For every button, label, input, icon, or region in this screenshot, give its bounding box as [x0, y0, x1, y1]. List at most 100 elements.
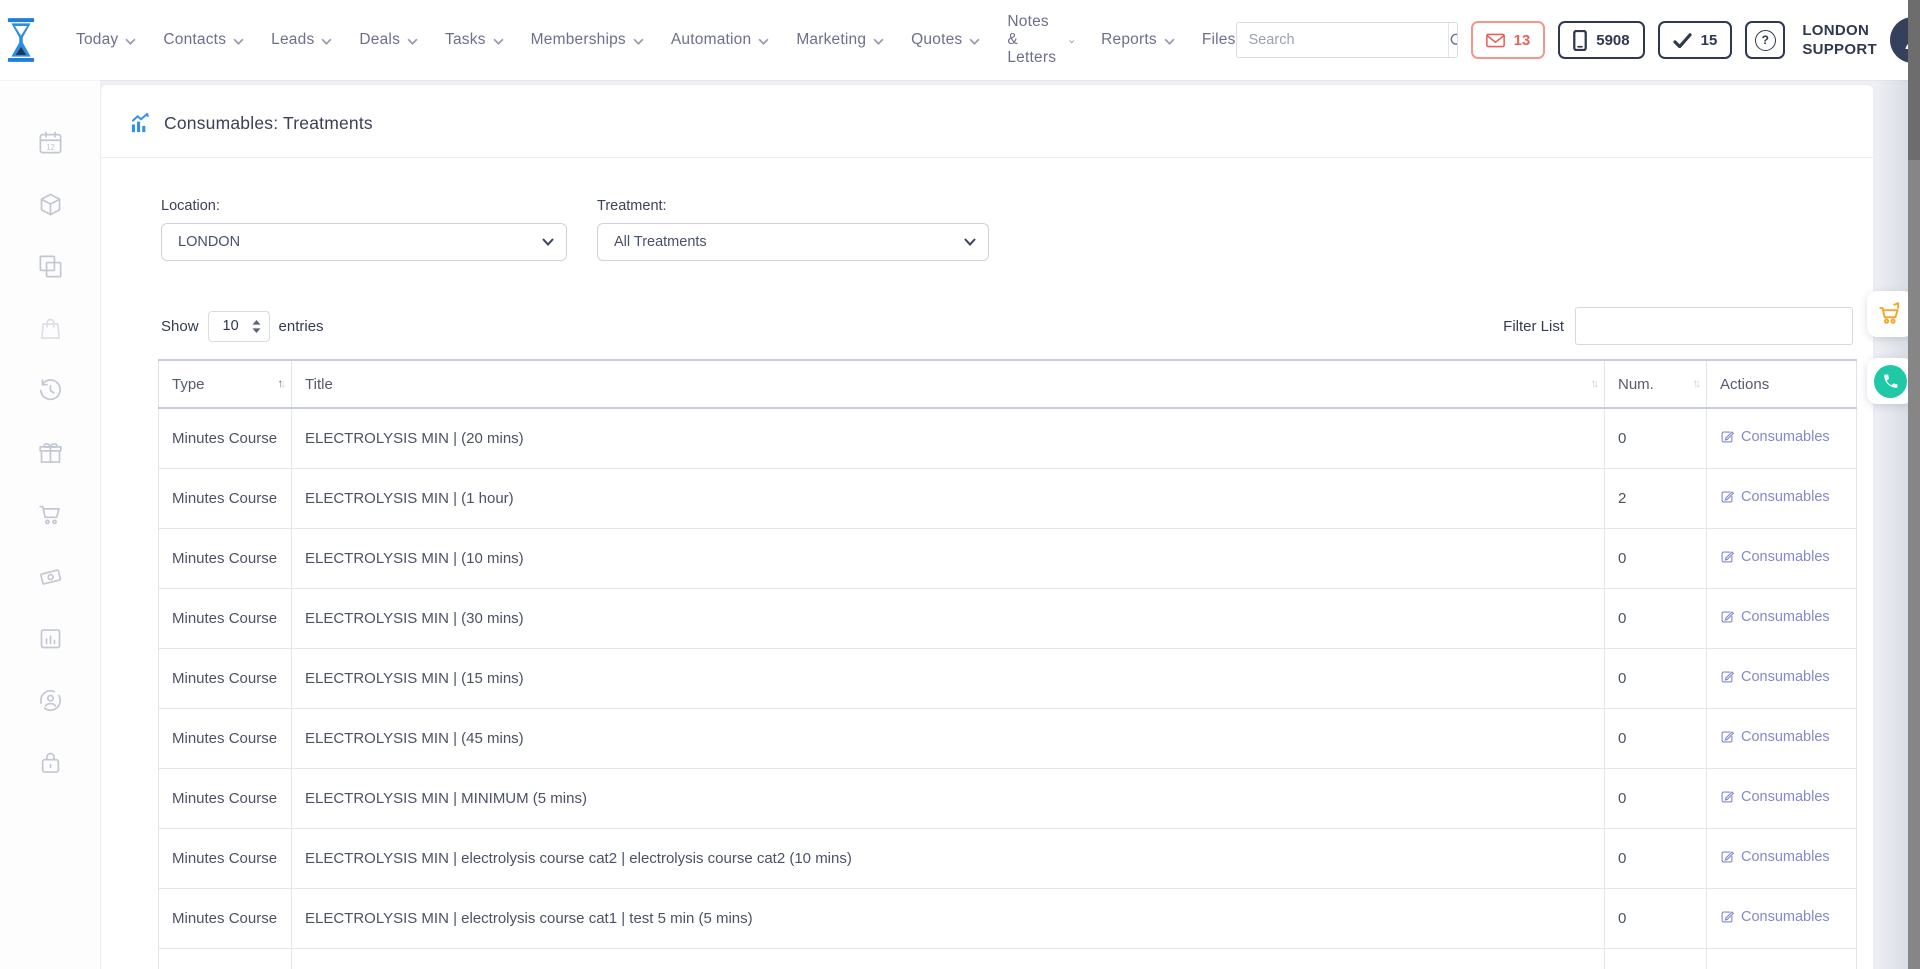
sidebar-item-calendar[interactable]: 12	[37, 129, 64, 156]
sidebar-item-history[interactable]	[37, 377, 64, 404]
nav-item-notes-letters[interactable]: Notes & Letters	[1007, 13, 1074, 67]
nav-item-reports[interactable]: Reports	[1101, 31, 1175, 49]
filters-row: Location: LONDON Treatment: All Treatmen…	[101, 158, 1873, 261]
consumables-action-link[interactable]: Consumables	[1720, 549, 1830, 565]
page-size-select[interactable]: 10	[208, 311, 270, 342]
nav-item-label: Memberships	[531, 31, 626, 49]
sidebar-item-reports[interactable]	[37, 625, 64, 652]
cell-type: Minutes Course	[159, 408, 292, 468]
show-label: Show	[161, 318, 199, 335]
column-header-type[interactable]: Type ↑↓	[159, 360, 292, 408]
nav-item-files[interactable]: Files	[1202, 31, 1236, 49]
table-row: Minutes Course ELECTROLYSIS MIN | electr…	[159, 888, 1857, 948]
cell-actions: Consumables	[1707, 588, 1857, 648]
column-header-actions-label: Actions	[1720, 376, 1769, 393]
nav-item-leads[interactable]: Leads	[271, 31, 332, 49]
search-button[interactable]	[1448, 23, 1458, 57]
user-name[interactable]: LONDON SUPPORT	[1802, 21, 1877, 60]
column-header-actions: Actions	[1707, 360, 1857, 408]
messages-badge[interactable]: 13	[1471, 21, 1546, 59]
floating-cart-button[interactable]	[1867, 291, 1913, 337]
column-header-num-label: Num.	[1618, 376, 1654, 393]
consumables-action-link[interactable]: Consumables	[1720, 669, 1830, 685]
main-card: Consumables: Treatments Location: LONDON…	[101, 85, 1873, 969]
nav-item-label: Leads	[271, 31, 314, 49]
nav-item-memberships[interactable]: Memberships	[531, 31, 644, 49]
scrollbar-thumb[interactable]	[1908, 0, 1920, 160]
user-name-line2: SUPPORT	[1802, 40, 1877, 60]
show-entries: Show 10 entries	[161, 311, 324, 342]
chevron-down-icon	[493, 38, 504, 45]
table-row: Minutes Course ELECTROLYSIS MIN | (15 mi…	[159, 648, 1857, 708]
help-button[interactable]: ?	[1745, 21, 1785, 59]
cell-title: ELECTROLYSIS MIN | (30 mins)	[292, 588, 1605, 648]
sidebar-item-gifts[interactable]	[37, 439, 64, 466]
cell-num: 0	[1605, 768, 1707, 828]
cell-num: 0	[1605, 528, 1707, 588]
consumables-action-link[interactable]: Consumables	[1720, 729, 1830, 745]
column-header-num[interactable]: Num. ↑↓	[1605, 360, 1707, 408]
table-wrap: Type ↑↓ Title ↑↓ Num. ↑↓ Actions	[101, 359, 1873, 969]
consumables-action-link[interactable]: Consumables	[1720, 429, 1830, 445]
nav-item-today[interactable]: Today	[76, 31, 136, 49]
calls-badge[interactable]: 5908	[1558, 21, 1644, 59]
cell-actions: Consumables	[1707, 768, 1857, 828]
sidebar-item-pricing[interactable]	[37, 563, 64, 590]
nav-item-label: Today	[76, 31, 118, 49]
chevron-down-icon	[1164, 38, 1175, 45]
table-row: Minutes Course ELECTROLYSIS MIN | (5 min…	[159, 948, 1857, 969]
search-box	[1236, 22, 1458, 58]
nav-item-tasks[interactable]: Tasks	[445, 31, 504, 49]
cell-type: Minutes Course	[159, 648, 292, 708]
price-tag-icon	[37, 563, 64, 590]
nav-item-quotes[interactable]: Quotes	[911, 31, 980, 49]
main-nav: Today Contacts Leads Deals Tasks Members…	[76, 13, 1236, 67]
nav-item-label: Notes & Letters	[1007, 13, 1061, 67]
location-select[interactable]: LONDON	[161, 223, 567, 261]
consumables-action-link[interactable]: Consumables	[1720, 609, 1830, 625]
entries-label: entries	[279, 318, 324, 335]
sidebar-item-pages[interactable]	[37, 253, 64, 280]
edit-icon	[1720, 730, 1734, 744]
chevron-down-icon	[873, 38, 884, 45]
cell-num: 0	[1605, 708, 1707, 768]
consumables-action-link[interactable]: Consumables	[1720, 489, 1830, 505]
sidebar-item-sales[interactable]	[37, 501, 64, 528]
nav-item-contacts[interactable]: Contacts	[163, 31, 244, 49]
cell-title: ELECTROLYSIS MIN | (10 mins)	[292, 528, 1605, 588]
column-header-title[interactable]: Title ↑↓	[292, 360, 1605, 408]
edit-icon	[1720, 670, 1734, 684]
search-input[interactable]	[1237, 23, 1448, 57]
consumables-action-link[interactable]: Consumables	[1720, 849, 1830, 865]
action-consumables-link-label: Consumables	[1741, 849, 1830, 865]
treatment-label: Treatment:	[597, 198, 989, 214]
cell-type: Minutes Course	[159, 888, 292, 948]
cell-title: ELECTROLYSIS MIN | MINIMUM (5 mins)	[292, 768, 1605, 828]
chart-mixed-icon	[129, 112, 152, 135]
treatment-select[interactable]: All Treatments	[597, 223, 989, 261]
chevron-down-icon	[321, 38, 332, 45]
sidebar-item-products[interactable]	[37, 191, 64, 218]
filter-list-label: Filter List	[1503, 318, 1564, 335]
cell-type: Minutes Course	[159, 528, 292, 588]
action-consumables-link-label: Consumables	[1741, 489, 1830, 505]
nav-item-deals[interactable]: Deals	[359, 31, 418, 49]
cell-actions: Consumables	[1707, 468, 1857, 528]
sidebar-item-support[interactable]	[37, 687, 64, 714]
app-logo[interactable]	[0, 15, 42, 65]
consumables-action-link[interactable]: Consumables	[1720, 909, 1830, 925]
edit-icon	[1720, 910, 1734, 924]
consumables-action-link[interactable]: Consumables	[1720, 789, 1830, 805]
floating-phone-button[interactable]	[1867, 358, 1913, 404]
messages-count: 13	[1514, 32, 1531, 49]
filter-list-input[interactable]	[1575, 307, 1853, 345]
nav-item-automation[interactable]: Automation	[671, 31, 769, 49]
package-icon	[37, 191, 64, 218]
sidebar-item-shop[interactable]	[37, 315, 64, 342]
sidebar-item-security[interactable]	[37, 749, 64, 776]
tasks-badge[interactable]: 15	[1658, 21, 1733, 59]
nav-item-label: Marketing	[796, 31, 866, 49]
scrollbar[interactable]	[1908, 0, 1920, 969]
lock-icon	[37, 749, 64, 776]
nav-item-marketing[interactable]: Marketing	[796, 31, 884, 49]
